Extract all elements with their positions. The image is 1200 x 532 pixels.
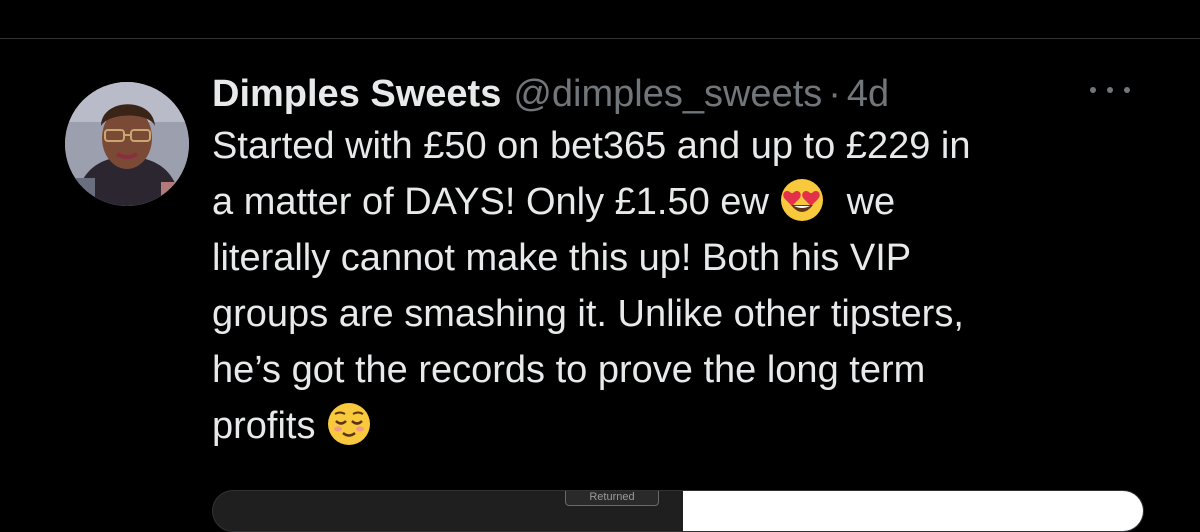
- top-divider: [0, 38, 1200, 39]
- returned-label: Returned: [565, 491, 659, 506]
- tweet-text-line: groups are smashing it. Unlike other tip…: [212, 293, 964, 335]
- tweet-age[interactable]: 4d: [847, 70, 889, 118]
- more-horizontal-icon: [1124, 87, 1130, 93]
- tweet-text-line: a matter of DAYS! Only £1.50 ew we: [212, 174, 1132, 230]
- author-handle[interactable]: @dimples_sweets: [513, 70, 822, 118]
- tweet[interactable]: Dimples Sweets @dimples_sweets · 4d Star…: [212, 70, 1132, 454]
- avatar[interactable]: [65, 82, 189, 206]
- more-horizontal-icon: [1107, 87, 1113, 93]
- tweet-header: Dimples Sweets @dimples_sweets · 4d: [212, 70, 1132, 118]
- relieved-face-emoji: [326, 401, 372, 447]
- more-options-button[interactable]: [1090, 80, 1130, 100]
- tweet-text-line: he’s got the records to prove the long t…: [212, 349, 926, 391]
- media-image-right[interactable]: [683, 491, 1143, 531]
- author-name[interactable]: Dimples Sweets: [212, 70, 501, 118]
- heart-eyes-emoji: [779, 177, 825, 223]
- media-image-left[interactable]: Returned: [213, 491, 683, 531]
- tweet-media[interactable]: Returned: [212, 490, 1144, 532]
- more-horizontal-icon: [1090, 87, 1096, 93]
- tweet-text-line: Started with £50 on bet365 and up to £22…: [212, 125, 971, 167]
- tweet-text-line: literally cannot make this up! Both his …: [212, 237, 912, 279]
- separator-dot: ·: [828, 73, 841, 115]
- tweet-text-line: profits: [212, 398, 1132, 454]
- tweet-text: Started with £50 on bet365 and up to £22…: [212, 118, 1132, 454]
